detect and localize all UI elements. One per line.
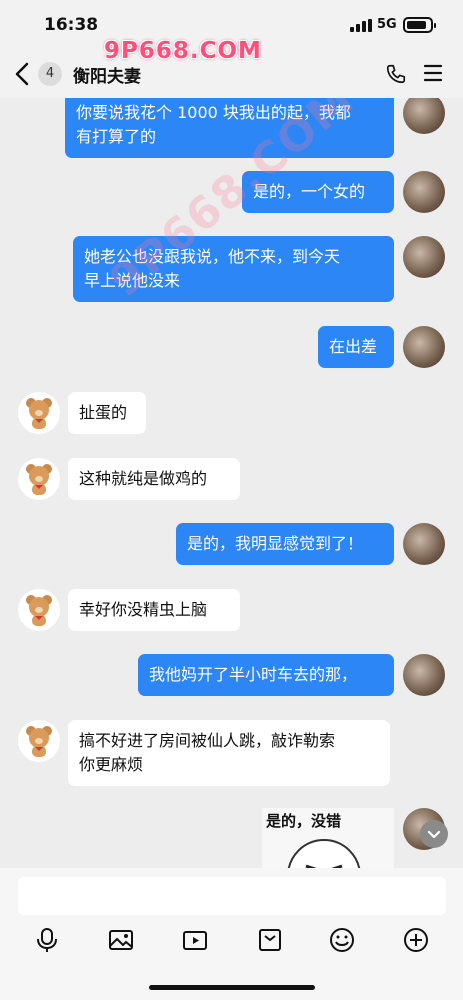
sticker-message[interactable]: 是的，没错 bbox=[262, 808, 394, 868]
meme-face-icon bbox=[287, 839, 361, 868]
message-bubble-outgoing[interactable]: 在出差 bbox=[318, 326, 394, 368]
signal-icon bbox=[350, 19, 372, 32]
watermark: 9P668.COM bbox=[104, 38, 262, 64]
battery-icon bbox=[403, 17, 436, 33]
chevron-down-icon bbox=[427, 830, 441, 839]
menu-icon[interactable] bbox=[423, 64, 443, 82]
message-bubble-incoming[interactable]: 这种就纯是做鸡的 bbox=[68, 458, 240, 500]
image-icon[interactable] bbox=[107, 926, 135, 954]
avatar[interactable] bbox=[403, 236, 445, 278]
bear-avatar[interactable] bbox=[18, 458, 60, 500]
message-list[interactable]: 你要说我花个 1000 块我出的起，我都 有打算了的 是的，一个女的 她老公也没… bbox=[0, 98, 463, 868]
chat-title: 衡阳夫妻 bbox=[73, 67, 141, 87]
avatar[interactable] bbox=[403, 523, 445, 565]
scroll-down-button[interactable] bbox=[420, 820, 448, 848]
bear-avatar[interactable] bbox=[18, 589, 60, 631]
message-bubble-incoming[interactable]: 搞不好进了房间被仙人跳，敲诈勒索 你更麻烦 bbox=[68, 720, 390, 786]
message-bubble-outgoing[interactable]: 你要说我花个 1000 块我出的起，我都 有打算了的 bbox=[65, 98, 394, 158]
composer bbox=[0, 868, 463, 1000]
home-indicator bbox=[149, 985, 315, 990]
video-icon[interactable] bbox=[181, 926, 209, 954]
avatar[interactable] bbox=[403, 654, 445, 696]
message-bubble-incoming[interactable]: 扯蛋的 bbox=[68, 392, 146, 434]
message-bubble-incoming[interactable]: 幸好你没精虫上脑 bbox=[68, 589, 240, 631]
sticker-caption: 是的，没错 bbox=[266, 812, 342, 830]
network-type: 5G bbox=[377, 17, 397, 32]
status-time: 16:38 bbox=[44, 15, 99, 35]
back-icon[interactable] bbox=[12, 61, 34, 87]
emoji-icon[interactable] bbox=[328, 926, 356, 954]
message-bubble-outgoing[interactable]: 她老公也没跟我说，他不来，到今天 早上说他没来 bbox=[73, 236, 394, 302]
bear-avatar[interactable] bbox=[18, 720, 60, 762]
unread-count-badge[interactable]: 4 bbox=[38, 62, 62, 86]
bear-avatar[interactable] bbox=[18, 392, 60, 434]
plus-icon[interactable] bbox=[402, 926, 430, 954]
avatar[interactable] bbox=[403, 98, 445, 134]
message-bubble-outgoing[interactable]: 是的，一个女的 bbox=[242, 171, 394, 213]
message-bubble-outgoing[interactable]: 是的，我明显感觉到了！ bbox=[176, 523, 394, 565]
message-bubble-outgoing[interactable]: 我他妈开了半小时车去的那， bbox=[138, 654, 394, 696]
phone-icon[interactable] bbox=[385, 63, 407, 85]
message-input[interactable] bbox=[18, 877, 446, 915]
file-icon[interactable] bbox=[256, 926, 284, 954]
avatar[interactable] bbox=[403, 326, 445, 368]
avatar[interactable] bbox=[403, 171, 445, 213]
mic-icon[interactable] bbox=[33, 926, 61, 954]
